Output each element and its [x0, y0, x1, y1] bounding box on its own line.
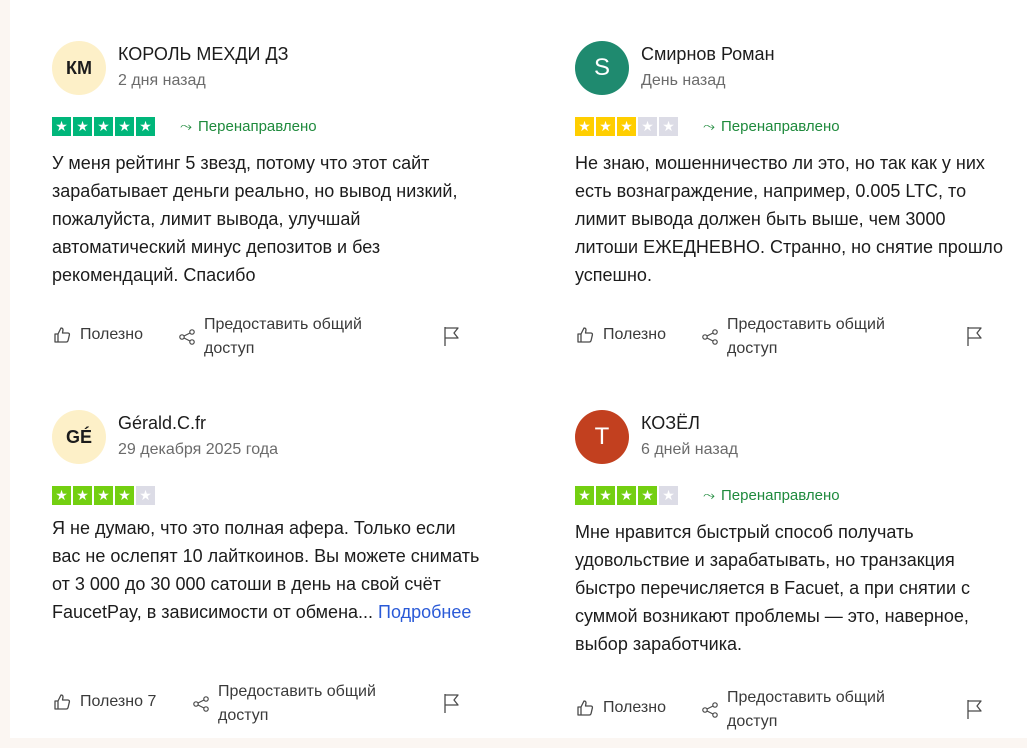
star-icon: ★: [617, 486, 636, 505]
star-icon: ★: [115, 486, 134, 505]
share-icon: [701, 328, 719, 346]
thumbs-up-icon: [52, 692, 72, 712]
review-actions: Полезно Предоставить общий доступ: [52, 313, 472, 359]
avatar[interactable]: T: [575, 410, 629, 464]
redirect-arrow-icon: ⤳: [703, 118, 716, 135]
report-flag-button[interactable]: [442, 692, 462, 714]
share-button[interactable]: Предоставить общий доступ: [192, 680, 408, 728]
reviewer-name[interactable]: КОРОЛЬ МЕХДИ ДЗ: [118, 44, 289, 65]
useful-button[interactable]: Полезно: [575, 325, 666, 345]
review-text: Я не думаю, что это полная афера. Только…: [52, 514, 482, 626]
redirect-label: Перенаправлено: [721, 118, 840, 135]
review-text-content: Мне нравится быстрый способ получать удо…: [575, 522, 971, 654]
star-icon: ★: [136, 117, 155, 136]
star-icon: ★: [52, 117, 71, 136]
star-icon: ★: [94, 117, 113, 136]
flag-icon: [442, 325, 462, 347]
thumbs-up-icon: [575, 698, 595, 718]
reviewer-name[interactable]: Смирнов Роман: [641, 44, 775, 65]
report-flag-button[interactable]: [965, 325, 985, 347]
star-rating: ★ ★ ★ ★ ★: [575, 486, 678, 505]
share-label: Предоставить общий доступ: [218, 683, 376, 724]
review-text: У меня рейтинг 5 звезд, потому что этот …: [52, 149, 482, 289]
star-rating: ★ ★ ★ ★ ★: [52, 486, 155, 505]
star-icon: ★: [115, 117, 134, 136]
star-rating: ★ ★ ★ ★ ★: [575, 117, 678, 136]
report-flag-button[interactable]: [442, 325, 462, 347]
star-icon: ★: [73, 117, 92, 136]
redirect-badge: ⤳ Перенаправлено: [180, 117, 317, 136]
review-text: Мне нравится быстрый способ получать удо…: [575, 518, 1005, 658]
share-label: Предоставить общий доступ: [204, 316, 362, 357]
share-icon: [701, 701, 719, 719]
star-icon: ★: [52, 486, 71, 505]
redirect-label: Перенаправлено: [198, 118, 317, 135]
star-icon: ★: [617, 117, 636, 136]
star-icon: ★: [575, 117, 594, 136]
page-left-margin: [0, 0, 10, 748]
review-date: 2 дня назад: [118, 72, 206, 89]
useful-label: Полезно: [603, 326, 666, 343]
useful-button[interactable]: Полезно: [52, 325, 143, 345]
review-actions: Полезно 7 Предоставить общий доступ: [52, 680, 472, 726]
star-rating: ★ ★ ★ ★ ★: [52, 117, 155, 136]
star-icon: ★: [73, 486, 92, 505]
star-icon: ★: [596, 117, 615, 136]
review-actions: Полезно Предоставить общий доступ: [575, 313, 995, 359]
review-text-content: У меня рейтинг 5 звезд, потому что этот …: [52, 153, 458, 285]
review-text: Не знаю, мошенничество ли это, но так ка…: [575, 149, 1005, 289]
report-flag-button[interactable]: [965, 698, 985, 720]
star-icon: ★: [659, 486, 678, 505]
star-icon: ★: [94, 486, 113, 505]
redirect-arrow-icon: ⤳: [180, 118, 193, 135]
reviewer-name[interactable]: Gérald.C.fr: [118, 413, 206, 434]
avatar[interactable]: GÉ: [52, 410, 106, 464]
flag-icon: [442, 692, 462, 714]
share-icon: [178, 328, 196, 346]
redirect-arrow-icon: ⤳: [703, 487, 716, 504]
star-icon: ★: [659, 117, 678, 136]
redirect-badge: ⤳ Перенаправлено: [703, 117, 840, 136]
share-icon: [192, 695, 210, 713]
review-date: 29 декабря 2025 года: [118, 441, 279, 458]
redirect-badge: ⤳ Перенаправлено: [703, 486, 840, 505]
redirect-label: Перенаправлено: [721, 487, 840, 504]
page-bottom-margin: [0, 738, 1027, 748]
review-actions: Полезно Предоставить общий доступ: [575, 686, 995, 732]
share-label: Предоставить общий доступ: [727, 316, 885, 357]
thumbs-up-icon: [575, 325, 595, 345]
share-button[interactable]: Предоставить общий доступ: [701, 313, 917, 361]
star-icon: ★: [638, 117, 657, 136]
share-button[interactable]: Предоставить общий доступ: [701, 686, 917, 734]
thumbs-up-icon: [52, 325, 72, 345]
avatar[interactable]: КМ: [52, 41, 106, 95]
flag-icon: [965, 698, 985, 720]
star-icon: ★: [596, 486, 615, 505]
useful-label: Полезно: [80, 326, 143, 343]
flag-icon: [965, 325, 985, 347]
read-more-link[interactable]: Подробнее: [378, 602, 471, 622]
useful-button[interactable]: Полезно 7: [52, 692, 156, 712]
star-icon: ★: [136, 486, 155, 505]
useful-label: Полезно: [603, 699, 666, 716]
avatar[interactable]: S: [575, 41, 629, 95]
review-date: 6 дней назад: [641, 441, 738, 458]
star-icon: ★: [575, 486, 594, 505]
review-date: День назад: [641, 72, 726, 89]
share-label: Предоставить общий доступ: [727, 689, 885, 730]
useful-button[interactable]: Полезно: [575, 698, 666, 718]
reviewer-name[interactable]: КОЗЁЛ: [641, 413, 700, 434]
review-text-content: Не знаю, мошенничество ли это, но так ка…: [575, 153, 1003, 285]
star-icon: ★: [638, 486, 657, 505]
useful-label: Полезно 7: [80, 693, 157, 710]
share-button[interactable]: Предоставить общий доступ: [178, 313, 394, 361]
